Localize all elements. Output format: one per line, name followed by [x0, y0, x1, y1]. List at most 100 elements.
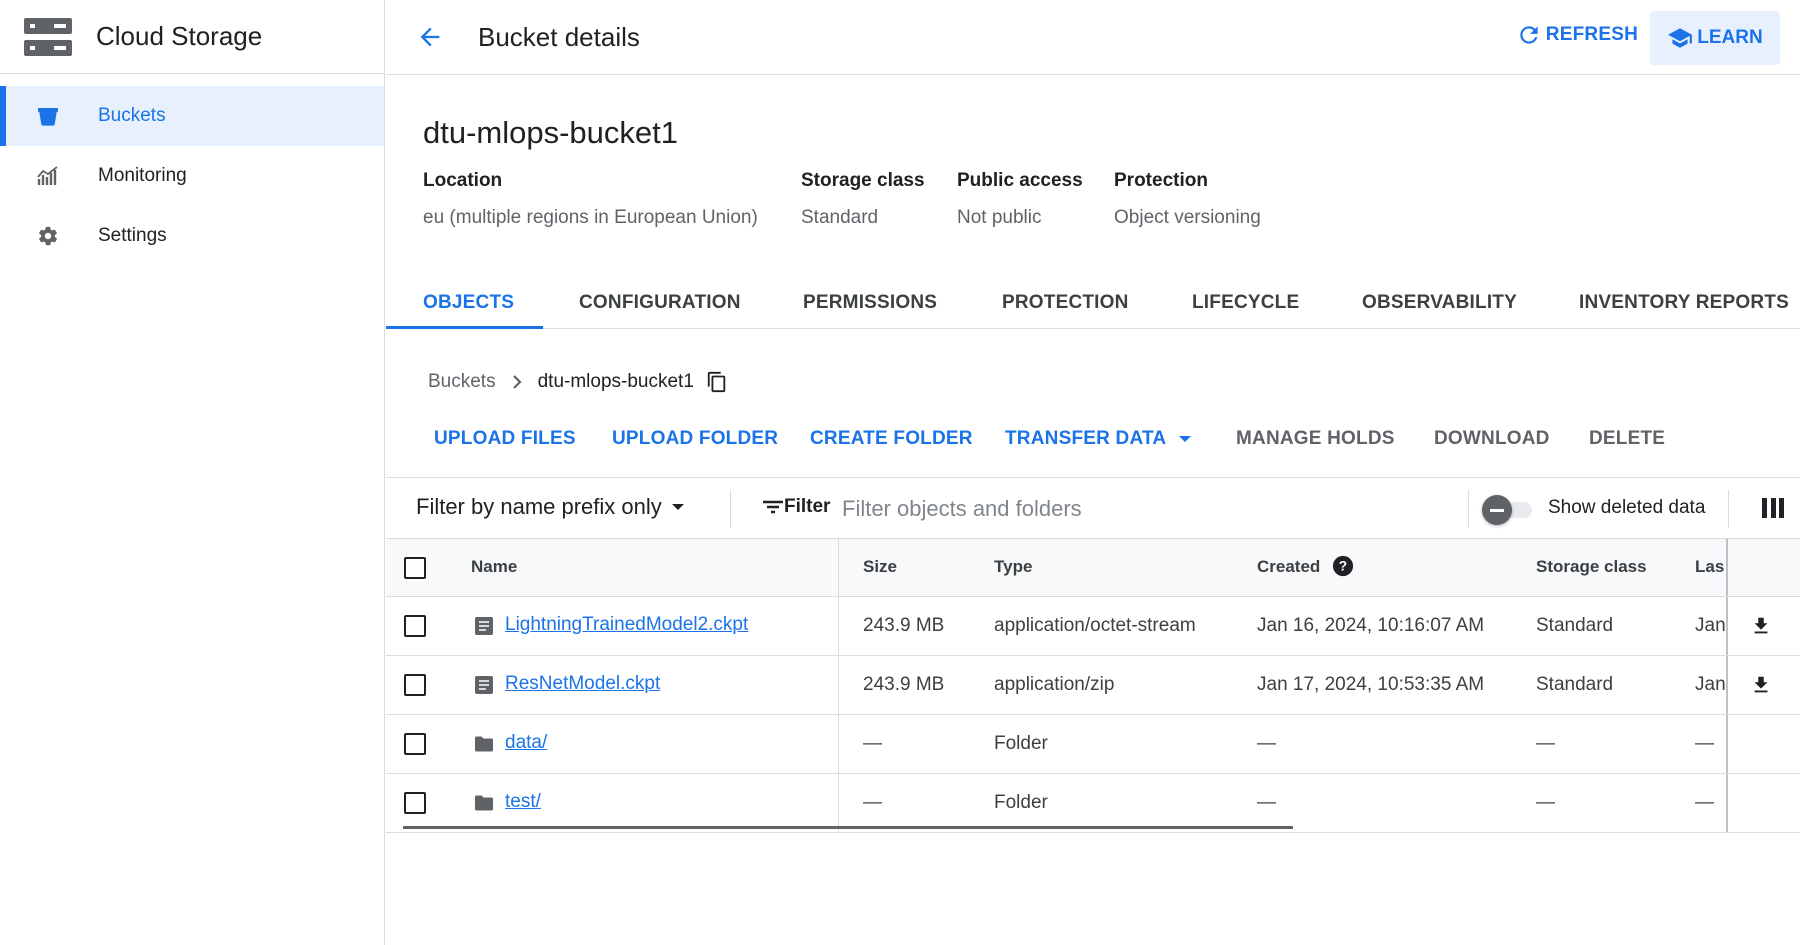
table-row: ResNetModel.ckpt 243.9 MB application/zi… — [386, 656, 1800, 715]
cell-last-modified: — — [1695, 733, 1714, 754]
bucket-name: dtu-mlops-bucket1 — [423, 115, 679, 150]
select-all-checkbox[interactable] — [404, 557, 426, 579]
prefix-filter-select[interactable]: Filter by name prefix only — [416, 494, 686, 520]
row-checkbox[interactable] — [404, 674, 426, 696]
gear-icon — [36, 224, 60, 248]
column-header-size[interactable]: Size — [863, 557, 897, 577]
meta-value: eu (multiple regions in European Union) — [423, 207, 758, 228]
table-header: Name Size Type Created ? Storage class L… — [386, 539, 1800, 597]
meta-label: Public access — [957, 170, 1083, 191]
column-header-storage-class[interactable]: Storage class — [1536, 557, 1647, 577]
filter-input[interactable] — [842, 492, 1422, 526]
dropdown-arrow-icon — [1179, 436, 1192, 442]
column-display-options-icon[interactable] — [1762, 498, 1784, 520]
filter-list-icon — [763, 500, 783, 514]
divider — [1468, 490, 1469, 528]
copy-icon[interactable] — [706, 370, 728, 394]
nav-item-label: Settings — [98, 225, 167, 246]
cell-created: — — [1257, 792, 1276, 813]
help-icon[interactable]: ? — [1332, 555, 1354, 577]
download-icon[interactable] — [1748, 613, 1774, 639]
cell-type: application/zip — [994, 674, 1115, 695]
more-vert-icon[interactable] — [1790, 672, 1800, 698]
transfer-data-button[interactable]: TRANSFER DATA — [1005, 428, 1192, 450]
more-vert-icon[interactable] — [1790, 613, 1800, 639]
breadcrumb-buckets-link[interactable]: Buckets — [428, 371, 496, 393]
objects-table: Name Size Type Created ? Storage class L… — [386, 539, 1800, 833]
cell-size: 243.9 MB — [863, 674, 945, 695]
delete-button[interactable]: DELETE — [1589, 428, 1665, 450]
more-vert-icon[interactable] — [1790, 790, 1800, 816]
folder-icon — [475, 795, 493, 811]
cell-size: — — [863, 792, 882, 813]
tab-bar: OBJECTS CONFIGURATION PERMISSIONS PROTEC… — [386, 280, 1800, 329]
divider — [730, 490, 731, 528]
cell-size: — — [863, 733, 882, 754]
table-row: test/ — Folder — — — — [386, 774, 1800, 833]
learn-button[interactable]: LEARN — [1650, 11, 1780, 65]
tab-observability[interactable]: OBSERVABILITY — [1362, 292, 1517, 314]
file-icon — [475, 617, 493, 635]
column-header-type[interactable]: Type — [994, 557, 1032, 577]
row-checkbox[interactable] — [404, 792, 426, 814]
folder-icon — [475, 736, 493, 752]
tab-inventory-reports[interactable]: INVENTORY REPORTS — [1579, 292, 1789, 314]
meta-public-access: Public access Not public — [957, 170, 1083, 229]
cell-storage-class: Standard — [1536, 615, 1614, 636]
cell-storage-class: Standard — [1536, 674, 1614, 695]
tab-lifecycle[interactable]: LIFECYCLE — [1192, 292, 1299, 314]
table-row: LightningTrainedModel2.ckpt 243.9 MB app… — [386, 597, 1800, 656]
column-header-name[interactable]: Name — [471, 557, 517, 577]
meta-label: Location — [423, 170, 503, 191]
arrow-back-icon — [420, 27, 440, 47]
filter-button[interactable]: Filter — [762, 496, 830, 518]
cell-created: Jan 16, 2024, 10:16:07 AM — [1257, 615, 1485, 636]
object-name-link[interactable]: ResNetModel.ckpt — [505, 673, 660, 695]
row-checkbox[interactable] — [404, 733, 426, 755]
cell-storage-class: — — [1536, 733, 1555, 754]
cell-type: Folder — [994, 792, 1048, 813]
tab-configuration[interactable]: CONFIGURATION — [579, 292, 741, 314]
top-bar: Bucket details REFRESH LEARN — [386, 0, 1800, 75]
download-icon[interactable] — [1748, 672, 1774, 698]
file-icon — [475, 676, 493, 694]
horizontal-scrollbar[interactable] — [403, 826, 1293, 829]
tab-permissions[interactable]: PERMISSIONS — [803, 292, 937, 314]
refresh-button[interactable]: REFRESH — [1516, 22, 1638, 48]
meta-value: Object versioning — [1114, 207, 1261, 228]
show-deleted-toggle[interactable] — [1482, 495, 1532, 525]
meta-storage-class: Storage class Standard — [801, 170, 925, 229]
nav-item-monitoring[interactable]: Monitoring — [0, 146, 384, 206]
cloud-storage-logo-icon — [24, 17, 72, 56]
tab-objects[interactable]: OBJECTS — [423, 292, 514, 314]
manage-holds-button[interactable]: MANAGE HOLDS — [1236, 428, 1395, 450]
nav-item-buckets[interactable]: Buckets — [0, 86, 384, 146]
chevron-right-icon — [510, 373, 524, 391]
meta-label: Storage class — [801, 170, 925, 191]
create-folder-button[interactable]: CREATE FOLDER — [810, 428, 973, 450]
tab-protection[interactable]: PROTECTION — [1002, 292, 1129, 314]
school-icon — [1668, 28, 1693, 48]
nav-item-settings[interactable]: Settings — [0, 206, 384, 266]
product-header: Cloud Storage — [0, 0, 384, 74]
cell-storage-class: — — [1536, 792, 1555, 813]
upload-folder-button[interactable]: UPLOAD FOLDER — [612, 428, 778, 450]
back-button[interactable] — [410, 17, 450, 57]
cell-last-modified: Jan — [1695, 674, 1726, 695]
object-name-link[interactable]: LightningTrainedModel2.ckpt — [505, 614, 748, 636]
product-name: Cloud Storage — [96, 21, 263, 51]
meta-location: Location eu (multiple regions in Europea… — [423, 170, 758, 229]
column-header-last-modified[interactable]: Las — [1695, 557, 1726, 577]
meta-label: Protection — [1114, 170, 1208, 191]
cell-type: application/octet-stream — [994, 615, 1196, 636]
row-checkbox[interactable] — [404, 615, 426, 637]
more-vert-icon[interactable] — [1790, 731, 1800, 757]
column-header-created[interactable]: Created ? — [1257, 555, 1354, 577]
monitoring-icon — [36, 164, 60, 188]
nav-item-label: Buckets — [98, 105, 166, 126]
folder-name-link[interactable]: data/ — [505, 732, 547, 754]
cell-size: 243.9 MB — [863, 615, 945, 636]
download-button[interactable]: DOWNLOAD — [1434, 428, 1550, 450]
folder-name-link[interactable]: test/ — [505, 791, 541, 813]
upload-files-button[interactable]: UPLOAD FILES — [434, 428, 576, 450]
